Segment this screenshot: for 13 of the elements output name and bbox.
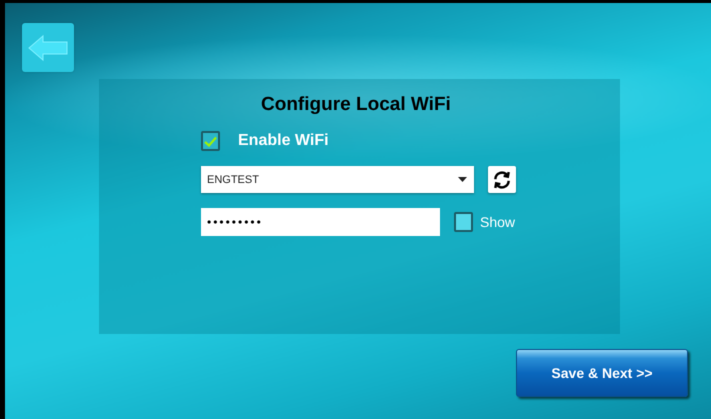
password-field[interactable]: ••••••••• [201, 208, 440, 236]
show-password-checkbox[interactable] [454, 212, 473, 232]
checkbox-label: Enable WiFi [238, 132, 329, 150]
panel-title: Configure Local WiFi [261, 93, 452, 117]
refresh-icon [492, 170, 512, 190]
enable-wifi-checkbox[interactable] [201, 131, 220, 151]
network-dropdown[interactable]: ENGTEST [201, 166, 474, 193]
left-arrow-icon [28, 34, 68, 62]
save-next-button[interactable]: Save & Next >> [516, 349, 688, 397]
checkbox-label: Show [480, 214, 516, 230]
dropdown-caret-icon [458, 177, 467, 182]
refresh-button[interactable] [488, 166, 516, 193]
check-icon [204, 136, 217, 146]
